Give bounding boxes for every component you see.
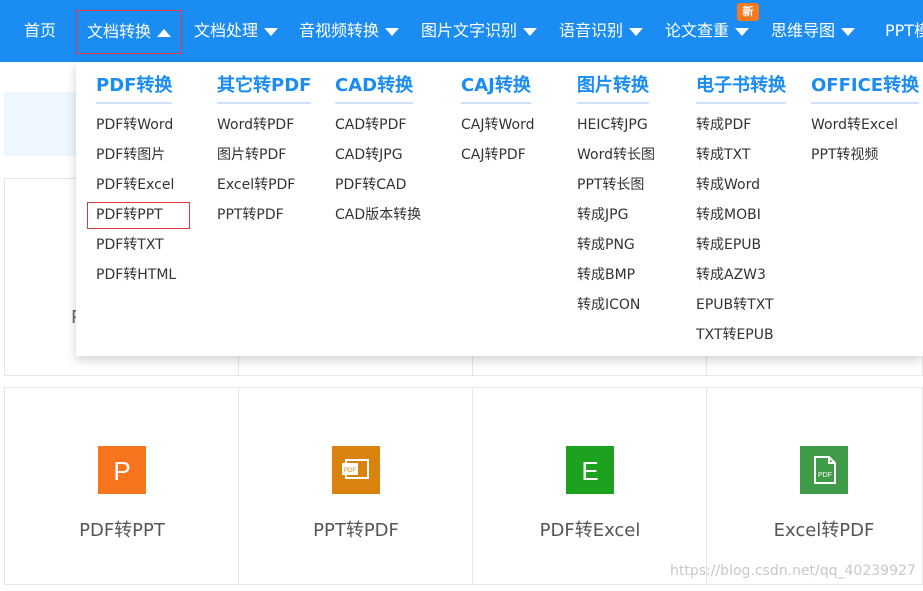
pdf-file-icon: PDF — [800, 446, 848, 494]
menu-column-title: CAD转换 — [335, 74, 414, 104]
tool-icon-text: P — [113, 456, 130, 486]
document-convert-dropdown: PDF转换 PDF转Word PDF转图片 PDF转Excel PDF转PPT … — [76, 62, 923, 356]
menu-item[interactable]: Word转长图 — [577, 140, 655, 170]
ppt-letter-icon: P — [98, 446, 146, 494]
menu-item[interactable]: CAD版本转换 — [335, 200, 421, 230]
tool-card-ppt-to-pdf[interactable]: PDF PPT转PDF — [239, 388, 473, 584]
nav-item-label: 首页 — [24, 21, 57, 40]
tool-label: Excel转PDF — [773, 520, 875, 541]
tool-card-pdf-to-ppt[interactable]: P PDF转PPT — [5, 388, 239, 584]
new-badge: 新 — [737, 3, 759, 21]
excel-letter-icon: E — [566, 446, 614, 494]
menu-item[interactable]: HEIC转JPG — [577, 110, 655, 140]
tool-grid-row-2: P PDF转PPT PDF PPT转PDF E PDF转Excel PDF Ex… — [4, 387, 923, 585]
nav-item-label: 文档处理 — [194, 21, 259, 40]
tool-icon-text: PDF — [344, 468, 356, 474]
menu-item[interactable]: PPT转PDF — [217, 200, 311, 230]
watermark: https://blog.csdn.net/qq_40239927 — [670, 563, 916, 579]
top-navigation: 首页 文档转换 文档处理 音视频转换 图片文字识别 语音识别 论文查重 思维导图… — [0, 0, 923, 62]
menu-item[interactable]: 转成MOBI — [696, 200, 786, 230]
menu-column-image: 图片转换 HEIC转JPG Word转长图 PPT转长图 转成JPG 转成PNG… — [577, 74, 655, 320]
menu-item[interactable]: 图片转PDF — [217, 140, 311, 170]
nav-item-label: 图片文字识别 — [421, 21, 518, 40]
tool-icon-text: E — [581, 456, 598, 486]
ppt-to-pdf-icon: PDF — [332, 446, 380, 494]
caret-down-icon — [385, 27, 400, 36]
menu-item[interactable]: EPUB转TXT — [696, 290, 786, 320]
tool-label: PDF转Excel — [539, 520, 641, 541]
caret-down-icon — [629, 27, 644, 36]
menu-item[interactable]: Word转PDF — [217, 110, 311, 140]
menu-item[interactable]: PDF转Word — [96, 110, 176, 140]
menu-item[interactable]: CAJ转PDF — [461, 140, 534, 170]
menu-item-pdf-to-ppt[interactable]: PDF转PPT — [86, 200, 191, 230]
menu-item[interactable]: 转成AZW3 — [696, 260, 786, 290]
menu-item[interactable]: PDF转图片 — [96, 140, 176, 170]
menu-item[interactable]: 转成EPUB — [696, 230, 786, 260]
caret-down-icon — [523, 27, 538, 36]
menu-column-title: OFFICE转换 — [811, 74, 920, 104]
nav-item-label: 思维导图 — [771, 21, 836, 40]
menu-item[interactable]: 转成ICON — [577, 290, 655, 320]
nav-item-home[interactable]: 首页 — [24, 0, 56, 62]
menu-item[interactable]: TXT转EPUB — [696, 320, 786, 350]
caret-down-icon — [841, 27, 856, 36]
menu-item[interactable]: Word转Excel — [811, 110, 919, 140]
menu-item[interactable]: PPT转长图 — [577, 170, 655, 200]
nav-item-label: PPT模 — [885, 21, 923, 40]
menu-item[interactable]: CAD转JPG — [335, 140, 421, 170]
nav-item-label: 论文查重 — [665, 21, 730, 40]
menu-column-office: OFFICE转换 Word转Excel PPT转视频 — [811, 74, 920, 170]
nav-item-label: 文档转换 — [87, 22, 152, 41]
tool-card-pdf-to-excel[interactable]: E PDF转Excel — [473, 388, 707, 584]
menu-item[interactable]: 转成PNG — [577, 230, 655, 260]
nav-item-label: 音视频转换 — [299, 21, 380, 40]
menu-item[interactable]: CAD转PDF — [335, 110, 421, 140]
menu-column-title: 其它转PDF — [217, 74, 312, 104]
menu-column-title: PDF转换 — [96, 74, 173, 104]
caret-up-icon — [157, 28, 172, 37]
tool-label: PPT转PDF — [313, 520, 399, 541]
caret-down-icon — [735, 27, 750, 36]
tool-label: PDF转PPT — [79, 520, 165, 541]
nav-item-document-convert[interactable]: 文档转换 — [76, 10, 183, 54]
menu-item[interactable]: 转成Word — [696, 170, 786, 200]
nav-item-ocr[interactable]: 图片文字识别 — [421, 0, 538, 62]
menu-column-pdf: PDF转换 PDF转Word PDF转图片 PDF转Excel PDF转PPT … — [86, 74, 191, 290]
menu-item[interactable]: 转成BMP — [577, 260, 655, 290]
caret-down-icon — [264, 27, 279, 36]
nav-item-mindmap[interactable]: 思维导图 — [771, 0, 856, 62]
menu-column-ebook: 电子书转换 转成PDF 转成TXT 转成Word 转成MOBI 转成EPUB 转… — [696, 74, 786, 350]
menu-item[interactable]: 转成TXT — [696, 140, 786, 170]
tool-card-excel-to-pdf[interactable]: PDF Excel转PDF — [707, 388, 923, 584]
menu-item[interactable]: PDF转Excel — [96, 170, 176, 200]
menu-column-caj: CAJ转换 CAJ转Word CAJ转PDF — [461, 74, 534, 170]
nav-item-ppt-template[interactable]: PPT模 — [885, 0, 923, 62]
menu-column-to-pdf: 其它转PDF Word转PDF 图片转PDF Excel转PDF PPT转PDF — [217, 74, 312, 230]
menu-item[interactable]: Excel转PDF — [217, 170, 311, 200]
hero-banner — [4, 92, 76, 156]
tool-icon-text: PDF — [818, 472, 832, 479]
menu-column-title: 图片转换 — [577, 74, 649, 104]
nav-item-document-process[interactable]: 文档处理 — [194, 0, 279, 62]
menu-item[interactable]: PDF转CAD — [335, 170, 421, 200]
menu-column-title: CAJ转换 — [461, 74, 531, 104]
menu-column-cad: CAD转换 CAD转PDF CAD转JPG PDF转CAD CAD版本转换 — [335, 74, 421, 230]
menu-item[interactable]: 转成PDF — [696, 110, 786, 140]
menu-item[interactable]: CAJ转Word — [461, 110, 534, 140]
menu-item[interactable]: 转成JPG — [577, 200, 655, 230]
nav-item-speech[interactable]: 语音识别 — [559, 0, 644, 62]
menu-item[interactable]: PDF转TXT — [96, 230, 176, 260]
nav-item-av-convert[interactable]: 音视频转换 — [299, 0, 400, 62]
nav-item-label: 语音识别 — [559, 21, 624, 40]
menu-column-title: 电子书转换 — [696, 74, 786, 104]
menu-item[interactable]: PDF转HTML — [96, 260, 176, 290]
menu-item[interactable]: PPT转视频 — [811, 140, 919, 170]
